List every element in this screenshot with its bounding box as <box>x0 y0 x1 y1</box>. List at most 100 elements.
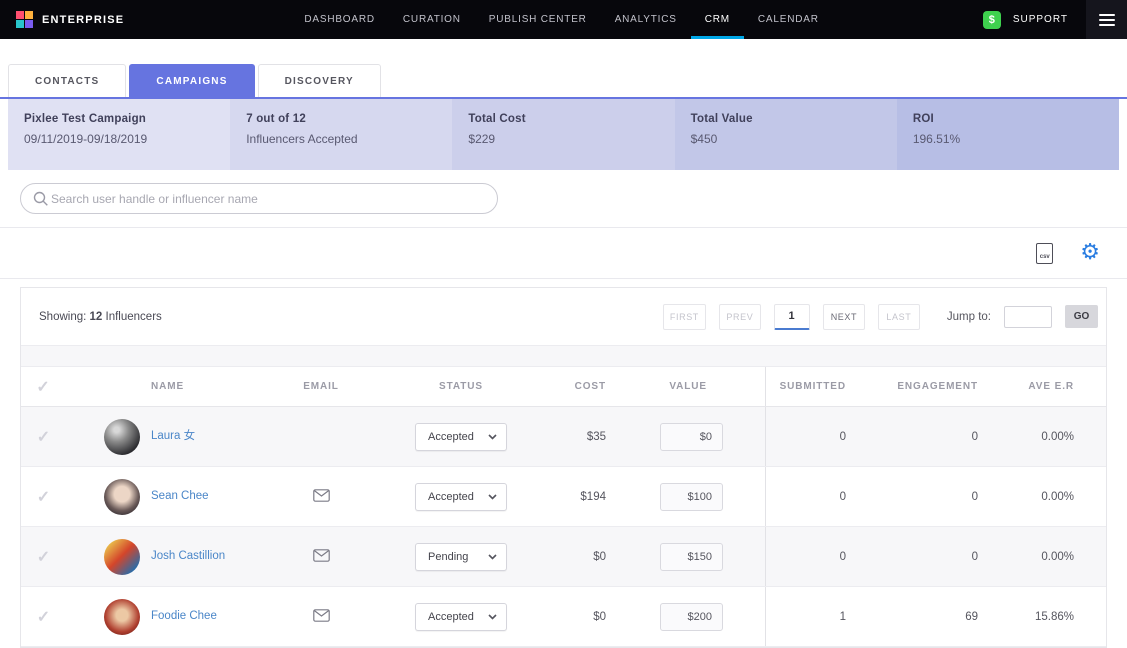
cost-value: $194 <box>541 491 606 503</box>
chevron-down-icon <box>488 494 497 500</box>
nav-right-group: $ SUPPORT <box>983 0 1127 39</box>
submitted-value: 0 <box>766 491 846 503</box>
submitted-value: 1 <box>766 611 846 623</box>
engagement-value: 0 <box>846 431 978 443</box>
table-row: ✓ Foodie Chee Accepted $0 1 69 15.86% <box>21 587 1106 647</box>
status-dropdown[interactable]: Pending <box>415 543 507 571</box>
stat-roi: ROI 196.51% <box>897 99 1119 170</box>
stat-total-value: Total Value $450 <box>675 99 897 170</box>
top-navbar: ENTERPRISE DASHBOARD CURATION PUBLISH CE… <box>0 0 1127 39</box>
engagement-value: 0 <box>846 491 978 503</box>
status-dropdown[interactable]: Accepted <box>415 423 507 451</box>
support-link[interactable]: SUPPORT <box>1013 14 1068 25</box>
table-row: ✓ Laura 女 Accepted $35 0 0 0.00% <box>21 407 1106 467</box>
influencer-name-link[interactable]: Foodie Chee <box>151 608 217 624</box>
main-nav: DASHBOARD CURATION PUBLISH CENTER ANALYT… <box>290 0 832 39</box>
go-button[interactable]: GO <box>1065 305 1098 328</box>
table-row: ✓ Josh Castillion Pending $0 0 0 0.00% <box>21 527 1106 587</box>
stat-total-cost: Total Cost $229 <box>452 99 674 170</box>
spend-badge[interactable]: $ <box>983 11 1001 29</box>
search-box <box>20 183 498 214</box>
select-all-check-icon[interactable]: ✓ <box>36 379 50 396</box>
export-csv-icon[interactable]: csv <box>1036 243 1053 264</box>
campaign-stats-bar: Pixlee Test Campaign 09/11/2019-09/18/20… <box>8 99 1119 170</box>
nav-item-analytics[interactable]: ANALYTICS <box>601 0 691 39</box>
email-icon[interactable] <box>313 609 330 622</box>
email-icon[interactable] <box>313 489 330 502</box>
pixlee-logo-icon <box>16 11 33 28</box>
influencer-table-panel: Showing: 12 Influencers FIRST PREV 1 NEX… <box>20 287 1107 648</box>
search-input[interactable] <box>49 191 485 207</box>
pagination-page-1-button[interactable]: 1 <box>774 304 810 330</box>
table-toolbar: csv ⚙ <box>0 227 1127 279</box>
header-cost: COST <box>541 381 606 392</box>
submitted-value: 0 <box>766 551 846 563</box>
nav-item-crm[interactable]: CRM <box>691 0 744 39</box>
row-check-icon[interactable]: ✓ <box>37 549 50 566</box>
ave-er-value: 0.00% <box>978 491 1074 503</box>
avatar[interactable] <box>104 539 140 575</box>
nav-item-curation[interactable]: CURATION <box>389 0 475 39</box>
stat-campaign-name: Pixlee Test Campaign 09/11/2019-09/18/20… <box>8 99 230 170</box>
pagination-next-button[interactable]: NEXT <box>823 304 865 330</box>
value-input[interactable] <box>660 423 723 451</box>
tab-campaigns[interactable]: CAMPAIGNS <box>129 64 254 97</box>
header-submitted: SUBMITTED <box>766 381 846 392</box>
nav-item-calendar[interactable]: CALENDAR <box>744 0 833 39</box>
pagination-last-button[interactable]: LAST <box>878 304 920 330</box>
value-input[interactable] <box>660 603 723 631</box>
table-header-row: ✓ NAME EMAIL STATUS COST VALUE SUBMITTED… <box>21 367 1106 407</box>
row-check-icon[interactable]: ✓ <box>37 429 50 446</box>
jump-to-label: Jump to: <box>947 311 991 323</box>
status-dropdown[interactable]: Accepted <box>415 483 507 511</box>
influencer-name-link[interactable]: Sean Chee <box>151 488 209 504</box>
tab-discovery[interactable]: DISCOVERY <box>258 64 381 97</box>
showing-count: Showing: 12 Influencers <box>39 311 162 323</box>
influencer-name-link[interactable]: Josh Castillion <box>151 548 225 564</box>
jump-to-input[interactable] <box>1004 306 1052 328</box>
engagement-value: 0 <box>846 551 978 563</box>
avatar[interactable] <box>104 479 140 515</box>
gear-icon[interactable]: ⚙ <box>1080 242 1100 264</box>
pagination-prev-button[interactable]: PREV <box>719 304 761 330</box>
nav-item-publish-center[interactable]: PUBLISH CENTER <box>475 0 601 39</box>
pixlee-brand[interactable]: ENTERPRISE <box>0 0 140 39</box>
search-section <box>0 170 1127 227</box>
email-icon[interactable] <box>313 549 330 562</box>
nav-item-dashboard[interactable]: DASHBOARD <box>290 0 389 39</box>
chevron-down-icon <box>488 614 497 620</box>
ave-er-value: 0.00% <box>978 551 1074 563</box>
value-input[interactable] <box>660 543 723 571</box>
header-email: EMAIL <box>261 381 381 392</box>
cost-value: $0 <box>541 611 606 623</box>
cost-value: $35 <box>541 431 606 443</box>
pagination: FIRST PREV 1 NEXT LAST Jump to: GO <box>663 304 1098 330</box>
table-controls: Showing: 12 Influencers FIRST PREV 1 NEX… <box>21 288 1106 345</box>
stat-influencers-accepted: 7 out of 12 Influencers Accepted <box>230 99 452 170</box>
row-check-icon[interactable]: ✓ <box>37 489 50 506</box>
header-value: VALUE <box>606 381 731 392</box>
ave-er-value: 0.00% <box>978 431 1074 443</box>
header-status: STATUS <box>381 381 541 392</box>
tab-contacts[interactable]: CONTACTS <box>8 64 126 97</box>
hamburger-menu-icon[interactable] <box>1086 0 1127 39</box>
row-check-icon[interactable]: ✓ <box>37 609 50 626</box>
header-engagement: ENGAGEMENT <box>846 381 978 392</box>
chevron-down-icon <box>488 434 497 440</box>
header-ave-er: AVE E.R <box>978 381 1074 392</box>
value-input[interactable] <box>660 483 723 511</box>
ave-er-value: 15.86% <box>978 611 1074 623</box>
search-icon <box>33 191 49 207</box>
avatar[interactable] <box>104 599 140 635</box>
status-dropdown[interactable]: Accepted <box>415 603 507 631</box>
submitted-value: 0 <box>766 431 846 443</box>
pagination-first-button[interactable]: FIRST <box>663 304 706 330</box>
brand-label: ENTERPRISE <box>42 14 124 26</box>
cost-value: $0 <box>541 551 606 563</box>
tab-strip: CONTACTS CAMPAIGNS DISCOVERY <box>0 64 1127 99</box>
engagement-value: 69 <box>846 611 978 623</box>
avatar[interactable] <box>104 419 140 455</box>
influencer-name-link[interactable]: Laura 女 <box>151 428 195 444</box>
table-spacer-strip <box>21 345 1106 367</box>
chevron-down-icon <box>488 554 497 560</box>
